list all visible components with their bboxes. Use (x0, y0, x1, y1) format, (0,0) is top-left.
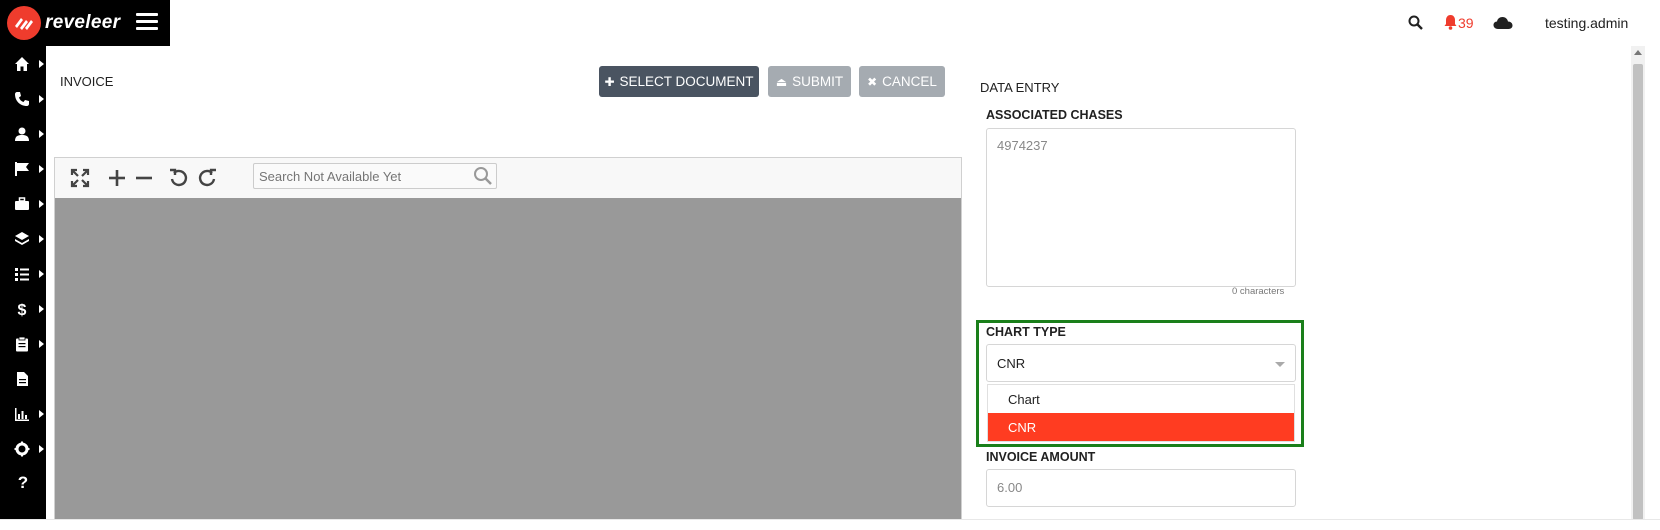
scroll-thumb[interactable] (1633, 64, 1643, 520)
invoice-amount-input[interactable]: 6.00 (986, 469, 1296, 507)
sidebar-item-flag[interactable] (0, 154, 46, 184)
viewer-toolbar (55, 158, 961, 198)
document-icon (17, 372, 28, 386)
svg-text:$: $ (18, 302, 27, 317)
sidebar-item-users[interactable] (0, 119, 46, 149)
chart-type-label: CHART TYPE (986, 325, 1066, 339)
sidebar-item-billing[interactable]: $ (0, 294, 46, 324)
gear-icon (14, 441, 30, 457)
rotate-right-icon[interactable] (195, 166, 219, 190)
scroll-up-icon[interactable] (1634, 50, 1642, 55)
associated-chases-value: 4974237 (997, 138, 1048, 153)
brand-header: reveleer (0, 0, 170, 46)
chart-type-option-chart[interactable]: Chart (988, 385, 1294, 413)
sidebar-item-clipboard[interactable] (0, 329, 46, 359)
chart-type-select[interactable]: CNR (986, 344, 1296, 382)
sidebar-item-documents[interactable] (0, 364, 46, 394)
associated-chases-label: ASSOCIATED CHASES (986, 108, 1123, 122)
user-icon (15, 127, 29, 141)
plus-icon: ✚ (604, 74, 615, 89)
sidebar-item-briefcase[interactable] (0, 189, 46, 219)
menu-toggle-icon[interactable] (136, 12, 158, 32)
cloud-icon[interactable] (1493, 16, 1513, 30)
flag-icon (15, 162, 29, 176)
submit-button[interactable]: ⏏ SUBMIT (768, 66, 851, 97)
cancel-button[interactable]: ✖ CANCEL (859, 66, 945, 97)
tasks-icon (15, 268, 29, 281)
select-document-button[interactable]: ✚ SELECT DOCUMENT (599, 66, 759, 97)
page-scrollbar[interactable] (1631, 46, 1645, 520)
bell-icon[interactable] (1444, 14, 1457, 30)
dollar-icon: $ (18, 302, 27, 317)
associated-chases-textarea[interactable]: 4974237 (986, 128, 1296, 287)
upload-icon: ⏏ (775, 74, 788, 89)
home-icon (15, 57, 29, 71)
phone-icon (15, 92, 29, 106)
zoom-in-icon[interactable] (105, 166, 129, 190)
submit-label: SUBMIT (792, 74, 844, 89)
chart-type-selected-value: CNR (997, 356, 1026, 371)
bar-chart-icon (15, 408, 29, 421)
chart-type-option-cnr[interactable]: CNR (988, 413, 1294, 441)
close-icon: ✖ (867, 74, 878, 89)
sidebar-item-reports[interactable] (0, 399, 46, 429)
chart-type-dropdown: Chart CNR (987, 384, 1295, 442)
rotate-left-icon[interactable] (167, 166, 191, 190)
zoom-out-icon[interactable] (132, 166, 156, 190)
cancel-label: CANCEL (882, 74, 937, 89)
chevron-down-icon (1275, 362, 1285, 367)
clipboard-icon (16, 336, 28, 352)
layers-icon (15, 232, 29, 245)
sidebar: $ ? (0, 46, 46, 530)
fullscreen-icon[interactable] (68, 166, 92, 190)
data-entry-title: DATA ENTRY (980, 80, 1060, 95)
search-icon[interactable] (1408, 15, 1423, 30)
brand-name: reveleer (45, 12, 121, 33)
invoice-amount-label: INVOICE AMOUNT (986, 450, 1096, 464)
bottom-edge (0, 519, 1660, 530)
invoice-title: INVOICE (60, 74, 114, 89)
sidebar-item-phone[interactable] (0, 84, 46, 114)
viewer-search-input[interactable] (254, 164, 459, 188)
document-canvas[interactable] (55, 198, 961, 530)
help-icon[interactable]: ? (0, 468, 46, 498)
sidebar-item-settings[interactable] (0, 434, 46, 464)
reveleer-logo-icon[interactable] (7, 6, 41, 40)
sidebar-item-tasks[interactable] (0, 259, 46, 289)
viewer-search[interactable] (253, 163, 497, 189)
sidebar-item-home[interactable] (0, 49, 46, 79)
select-document-label: SELECT DOCUMENT (619, 74, 754, 89)
invoice-amount-value: 6.00 (997, 480, 1023, 495)
document-viewer (54, 157, 962, 530)
character-count: 0 characters (1232, 286, 1285, 297)
sidebar-item-layers[interactable] (0, 224, 46, 254)
briefcase-icon (15, 197, 29, 210)
search-icon[interactable] (473, 166, 493, 186)
notification-count[interactable]: 39 (1458, 15, 1474, 31)
user-menu[interactable]: testing.admin (1545, 15, 1628, 31)
